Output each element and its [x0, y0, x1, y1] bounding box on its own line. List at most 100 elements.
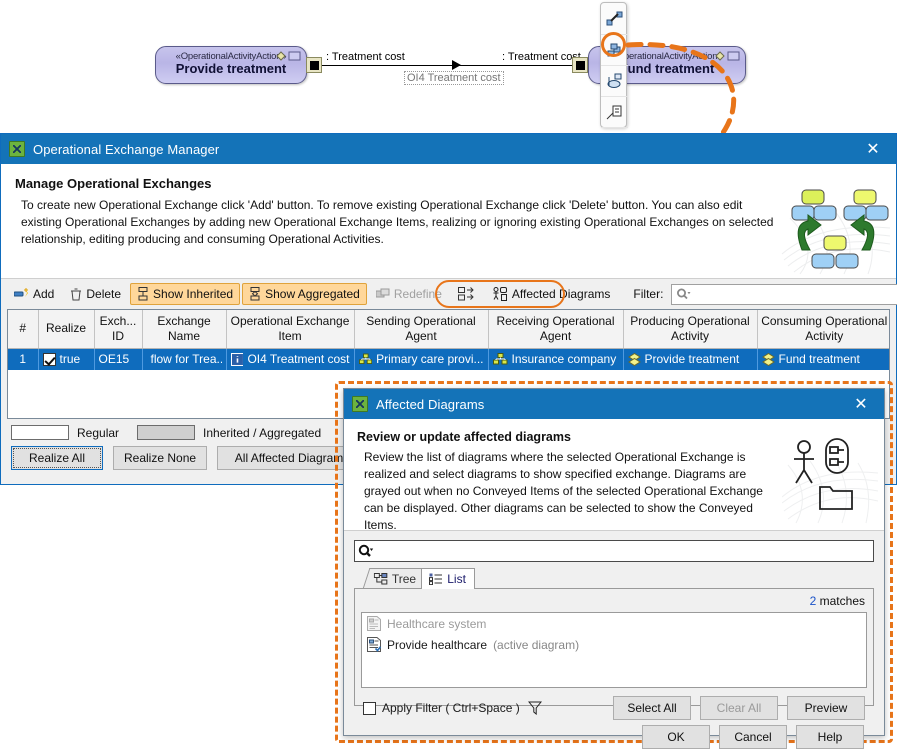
receiving-agent-value: Insurance company [512, 352, 617, 366]
list-item[interactable]: Healthcare system [362, 613, 866, 634]
search-icon [358, 544, 374, 559]
col-exchange-id[interactable]: Exch... ID [94, 310, 142, 348]
diagram-list[interactable]: Healthcare system Provide healthcare (ac… [361, 612, 867, 688]
close-icon[interactable]: ✕ [844, 390, 878, 418]
legend-swatch-inherited [137, 425, 195, 440]
col-exchange-name[interactable]: Exchange Name [142, 310, 226, 348]
affected-diagrams-dialog: Affected Diagrams ✕ Review or update aff… [343, 388, 885, 736]
cell-producing-activity: Provide treatment [623, 348, 757, 370]
close-icon[interactable]: ✕ [856, 135, 890, 163]
funnel-icon[interactable] [528, 701, 542, 715]
delete-label: Delete [86, 287, 121, 301]
tab-list-label: List [447, 572, 466, 586]
redefine-button[interactable]: Redefine [369, 283, 449, 305]
actor-usecase-illustration [782, 437, 878, 525]
search-text-input[interactable] [377, 543, 873, 559]
filter-text-input[interactable] [691, 286, 897, 302]
col-realize[interactable]: Realize [38, 310, 94, 348]
legend-label-inherited: Inherited / Aggregated [203, 426, 321, 440]
realize-none-button[interactable]: Realize None [113, 446, 207, 470]
operational-agent-icon [359, 353, 373, 365]
cell-realize[interactable]: true [38, 348, 94, 370]
activity-node-name: Provide treatment [156, 61, 306, 76]
delete-button[interactable]: Delete [63, 283, 128, 305]
cell-exchange-id: OE15 [94, 348, 142, 370]
affected-diagrams-button[interactable]: Affected Diagrams [485, 283, 618, 305]
exchange-name-value: flow for Trea... [151, 352, 222, 366]
ok-button[interactable]: OK [642, 725, 710, 749]
ad-dialog-buttons: OK Cancel Help [354, 715, 874, 749]
inherited-icon [137, 287, 149, 301]
object-flow-arrow [452, 60, 461, 70]
filter-input[interactable] [671, 284, 897, 305]
col-consuming-activity[interactable]: Consuming Operational Activity [757, 310, 890, 348]
redefine-icon [376, 288, 390, 301]
oem-window-title: Operational Exchange Manager [33, 142, 219, 157]
filter-label: Filter: [633, 287, 663, 301]
ad-title-bar: Affected Diagrams ✕ [344, 389, 884, 419]
ad-window-title: Affected Diagrams [376, 397, 484, 412]
table-header-row: # Realize Exch... ID Exchange Name Opera… [8, 310, 890, 348]
search-icon [676, 288, 691, 301]
show-inherited-button[interactable]: Show Inherited [130, 283, 240, 305]
diagram-active-icon [367, 637, 381, 652]
ad-description: Review the list of diagrams where the se… [357, 449, 765, 531]
affected-diagrams-icon [492, 287, 508, 302]
input-pin-2 [572, 57, 588, 73]
add-icon [14, 288, 29, 301]
tab-tree[interactable]: Tree [363, 568, 429, 589]
exchange-item-value: OI4 Treatment cost [247, 352, 349, 366]
tree-icon [374, 573, 388, 585]
col-producing-activity[interactable]: Producing Operational Activity [623, 310, 757, 348]
cell-exchange-item: OI4 Treatment cost [226, 348, 354, 370]
apply-filter-box[interactable] [363, 702, 376, 715]
preview-button[interactable]: Preview [787, 696, 865, 720]
object-flow-line [322, 65, 572, 66]
select-columns-button[interactable] [451, 283, 481, 305]
ad-tab-bar: Tree List [354, 566, 874, 589]
ad-header: Review or update affected diagrams Revie… [344, 419, 884, 531]
matches-count: 2 matches [361, 593, 867, 612]
help-button[interactable]: Help [796, 725, 864, 749]
tab-tree-label: Tree [392, 572, 416, 586]
clear-all-button[interactable]: Clear All [700, 696, 778, 720]
pin-label-2: : Treatment cost [502, 51, 581, 63]
cell-exchange-name: flow for Trea... [142, 348, 226, 370]
exchange-illustration [780, 188, 892, 276]
information-item-icon [231, 353, 244, 366]
col-sending-agent[interactable]: Sending Operational Agent [354, 310, 488, 348]
legend-swatch-regular [11, 425, 69, 440]
redefine-label: Redefine [394, 287, 442, 301]
list-item[interactable]: Provide healthcare (active diagram) [362, 634, 866, 655]
activity-diagram-canvas: «OperationalActivityAction» Provide trea… [0, 0, 897, 133]
operational-agent-icon [493, 353, 508, 365]
apply-filter-checkbox[interactable]: Apply Filter ( Ctrl+Space ) [363, 701, 520, 715]
tab-list[interactable]: List [421, 568, 475, 589]
cell-sending-agent: Primary care provi... [354, 348, 488, 370]
realize-checkbox[interactable] [43, 353, 56, 366]
col-exchange-item[interactable]: Operational Exchange Item [226, 310, 354, 348]
show-aggregated-button[interactable]: Show Aggregated [242, 283, 367, 305]
cancel-button[interactable]: Cancel [719, 725, 787, 749]
col-receiving-agent[interactable]: Receiving Operational Agent [488, 310, 623, 348]
oem-heading: Manage Operational Exchanges [15, 176, 882, 191]
columns-icon [458, 287, 474, 301]
matches-label: matches [820, 594, 865, 608]
select-all-button[interactable]: Select All [613, 696, 691, 720]
output-pin-1 [306, 57, 322, 73]
list-item-suffix: (active diagram) [493, 638, 579, 652]
conveyed-item-label: OI4 Treatment cost [404, 71, 504, 85]
oem-title-bar: Operational Exchange Manager ✕ [1, 134, 896, 164]
pin-label-1: : Treatment cost [326, 51, 405, 63]
cell-consuming-activity: Fund treatment [757, 348, 890, 370]
list-icon [429, 573, 443, 585]
ad-list-panel: 2 matches Healthcare system Provide heal… [354, 588, 874, 706]
search-input[interactable] [354, 540, 874, 562]
activity-node-provide-treatment[interactable]: «OperationalActivityAction» Provide trea… [155, 46, 307, 84]
realize-all-button[interactable]: Realize All [11, 446, 103, 470]
consuming-activity-value: Fund treatment [779, 352, 860, 366]
table-row[interactable]: 1 true OE15 flow for Trea... [8, 348, 890, 370]
add-button[interactable]: Add [7, 283, 61, 305]
affected-diagrams-label: Affected Diagrams [512, 287, 611, 301]
col-index[interactable]: # [8, 310, 38, 348]
